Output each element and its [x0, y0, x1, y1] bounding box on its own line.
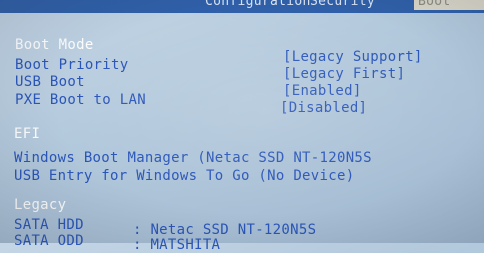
boot-mode-value[interactable]: [Legacy Support]: [283, 49, 423, 65]
legacy-sata-hdd-label[interactable]: SATA HDD: [14, 217, 84, 233]
efi-entry-usb-windows-to-go[interactable]: USB Entry for Windows To Go (No Device): [14, 168, 354, 184]
pxe-boot-value[interactable]: [Disabled]: [280, 100, 367, 116]
usb-boot-label[interactable]: USB Boot: [15, 74, 85, 90]
efi-heading: EFI: [14, 126, 41, 142]
tab-bar: Configuration Security Boot: [0, 0, 484, 13]
pxe-boot-label[interactable]: PXE Boot to LAN: [15, 92, 146, 108]
tab-boot[interactable]: Boot: [414, 0, 484, 10]
boot-priority-value[interactable]: [Legacy First]: [283, 66, 405, 82]
tab-security[interactable]: Security: [310, 0, 375, 9]
legacy-heading: Legacy: [14, 197, 67, 213]
legacy-sata-odd-value[interactable]: : MATSHITA: [133, 237, 220, 253]
boot-priority-label[interactable]: Boot Priority: [15, 57, 128, 73]
legacy-sata-odd-label[interactable]: SATA ODD: [14, 233, 84, 249]
usb-boot-value[interactable]: [Enabled]: [283, 83, 362, 99]
efi-entry-windows-boot-manager[interactable]: Windows Boot Manager (Netac SSD NT-120N5…: [14, 150, 372, 166]
boot-mode-label[interactable]: Boot Mode: [15, 37, 94, 53]
legacy-sata-hdd-value[interactable]: : Netac SSD NT-120N5S: [133, 222, 316, 238]
tab-configuration[interactable]: Configuration: [205, 0, 311, 9]
